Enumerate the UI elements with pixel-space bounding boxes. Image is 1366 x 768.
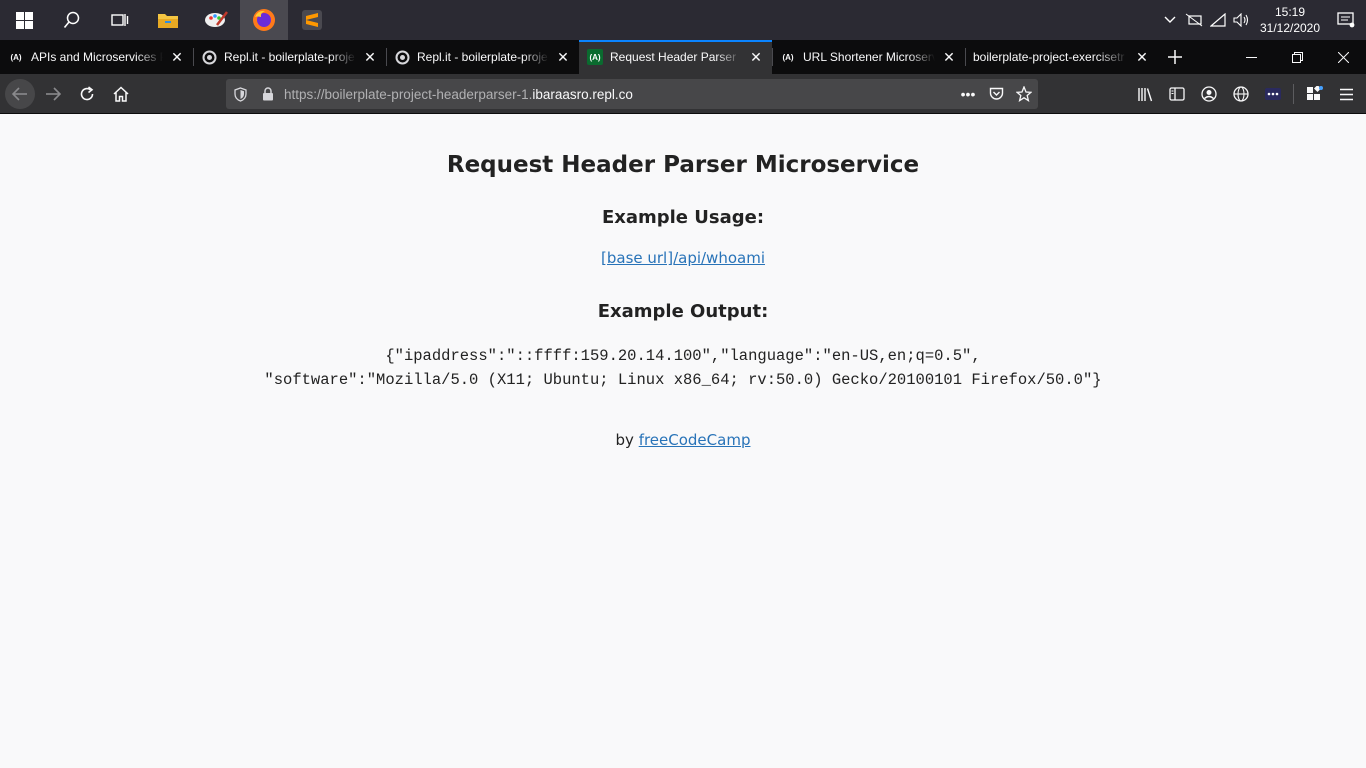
browser-tab-strip: (A) APIs and Microservices P ✕ Repl.it -… xyxy=(0,40,1366,74)
window-controls xyxy=(1228,40,1366,74)
arrow-left-icon xyxy=(12,86,27,101)
tab-title: boilerplate-project-exercisetr xyxy=(973,50,1125,64)
home-icon xyxy=(113,85,129,102)
replit-favicon-icon xyxy=(201,49,217,65)
tab-title: Repl.it - boilerplate-proje xyxy=(224,50,355,64)
example-output-code: {"ipaddress":"::ffff:159.20.14.100","lan… xyxy=(0,344,1366,392)
lock-icon[interactable] xyxy=(254,79,282,109)
url-prefix: https://boilerplate-project-headerparser… xyxy=(284,86,533,102)
api-whoami-link[interactable]: [base url]/api/whoami xyxy=(601,249,765,267)
taskbar-clock[interactable]: 15:19 31/12/2020 xyxy=(1254,4,1326,36)
close-icon xyxy=(1337,51,1349,63)
reload-icon xyxy=(80,85,94,100)
extension-overflow-icon[interactable] xyxy=(1257,78,1289,110)
replit-favicon-icon xyxy=(394,49,410,65)
volume-icon[interactable] xyxy=(1230,0,1254,40)
search-icon xyxy=(63,11,80,29)
url-text[interactable]: https://boilerplate-project-headerparser… xyxy=(282,87,954,102)
windows-start-button[interactable] xyxy=(0,0,48,40)
freecodecamp-favicon-icon: (A) xyxy=(782,52,794,62)
file-explorer-button[interactable] xyxy=(144,0,192,40)
battery-icon[interactable] xyxy=(1182,0,1206,40)
restore-icon xyxy=(1291,51,1303,63)
wifi-icon[interactable] xyxy=(1206,0,1230,40)
close-icon[interactable]: ✕ xyxy=(941,49,957,65)
usage-endpoint: [base url]/api/whoami xyxy=(0,249,1366,267)
close-icon[interactable]: ✕ xyxy=(362,49,378,65)
plus-icon xyxy=(1168,50,1182,64)
browser-tab[interactable]: boilerplate-project-exercisetr ✕ xyxy=(965,40,1158,74)
close-icon[interactable]: ✕ xyxy=(555,49,571,65)
browser-tab-active[interactable]: (A) Request Header Parser ✕ xyxy=(579,40,772,74)
minimize-button[interactable] xyxy=(1228,40,1274,74)
close-window-button[interactable] xyxy=(1320,40,1366,74)
close-icon[interactable]: ✕ xyxy=(169,49,185,65)
browser-tab[interactable]: (A) APIs and Microservices P ✕ xyxy=(0,40,193,74)
account-icon[interactable] xyxy=(1193,78,1225,110)
freecodecamp-favicon-icon: (A) xyxy=(10,52,22,62)
browser-tab[interactable]: Repl.it - boilerplate-proje ✕ xyxy=(386,40,579,74)
toolbar-right-icons xyxy=(1129,78,1362,110)
windows-taskbar: 15:19 31/12/2020 xyxy=(0,0,1366,40)
globe-icon[interactable] xyxy=(1225,78,1257,110)
system-tray: 15:19 31/12/2020 xyxy=(1158,0,1366,40)
taskbar-search-button[interactable] xyxy=(48,0,96,40)
firefox-taskbar-button[interactable] xyxy=(240,0,288,40)
output-line-1: {"ipaddress":"::ffff:159.20.14.100","lan… xyxy=(385,347,981,365)
tab-title: Request Header Parser xyxy=(610,50,737,64)
usage-heading: Example Usage: xyxy=(601,207,765,228)
firefox-icon xyxy=(253,9,275,31)
byline-text: by xyxy=(615,431,639,449)
browser-tab[interactable]: Repl.it - boilerplate-proje ✕ xyxy=(193,40,386,74)
tab-title: APIs and Microservices P xyxy=(31,50,163,64)
clock-time: 15:19 xyxy=(1274,5,1306,19)
task-view-icon xyxy=(111,14,129,26)
sublime-text-icon xyxy=(302,10,322,30)
sublime-text-button[interactable] xyxy=(288,0,336,40)
url-host: ibaraasro.repl.co xyxy=(532,86,633,102)
page-content: Request Header Parser Microservice Examp… xyxy=(0,114,1366,768)
library-icon[interactable] xyxy=(1129,78,1161,110)
reload-button[interactable] xyxy=(71,78,103,110)
tab-title: Repl.it - boilerplate-proje xyxy=(417,50,548,64)
freecodecamp-favicon-icon: (A) xyxy=(587,49,603,65)
chevron-up-icon[interactable] xyxy=(1158,0,1182,40)
restore-button[interactable] xyxy=(1274,40,1320,74)
extensions-icon[interactable] xyxy=(1298,78,1330,110)
navigation-toolbar: https://boilerplate-project-headerparser… xyxy=(0,74,1366,114)
back-button[interactable] xyxy=(5,78,35,109)
output-heading: Example Output: xyxy=(597,301,769,322)
tab-title: URL Shortener Microserv xyxy=(803,50,935,64)
clock-date: 31/12/2020 xyxy=(1259,21,1321,35)
task-view-button[interactable] xyxy=(96,0,144,40)
home-button[interactable] xyxy=(105,78,137,110)
pocket-icon[interactable] xyxy=(982,79,1010,109)
folder-icon xyxy=(158,14,178,28)
browser-tab[interactable]: (A) URL Shortener Microserv ✕ xyxy=(772,40,965,74)
byline: by freeCodeCamp xyxy=(0,431,1366,449)
sidebar-icon[interactable] xyxy=(1161,78,1193,110)
hamburger-menu-icon[interactable] xyxy=(1330,78,1362,110)
action-center-button[interactable] xyxy=(1326,0,1366,40)
toolbar-separator xyxy=(1293,84,1294,104)
notification-icon xyxy=(1337,12,1355,28)
close-icon[interactable]: ✕ xyxy=(748,49,764,65)
page-actions-menu-icon[interactable]: ••• xyxy=(954,79,982,109)
forward-button[interactable] xyxy=(37,78,69,110)
minimize-icon xyxy=(1245,56,1257,58)
page-title: Request Header Parser Microservice xyxy=(446,152,920,178)
output-line-2: "software":"Mozilla/5.0 (X11; Ubuntu; Li… xyxy=(264,371,1102,389)
freecodecamp-link[interactable]: freeCodeCamp xyxy=(639,431,751,449)
close-icon[interactable]: ✕ xyxy=(1134,49,1150,65)
bookmark-star-icon[interactable] xyxy=(1010,79,1038,109)
paint-palette-icon xyxy=(205,11,228,27)
url-bar[interactable]: https://boilerplate-project-headerparser… xyxy=(226,79,1038,109)
arrow-right-icon xyxy=(46,86,61,101)
windows-logo-icon xyxy=(15,11,33,29)
paint-app-button[interactable] xyxy=(192,0,240,40)
new-tab-button[interactable] xyxy=(1158,40,1192,74)
tracking-protection-shield-icon[interactable] xyxy=(226,79,254,109)
